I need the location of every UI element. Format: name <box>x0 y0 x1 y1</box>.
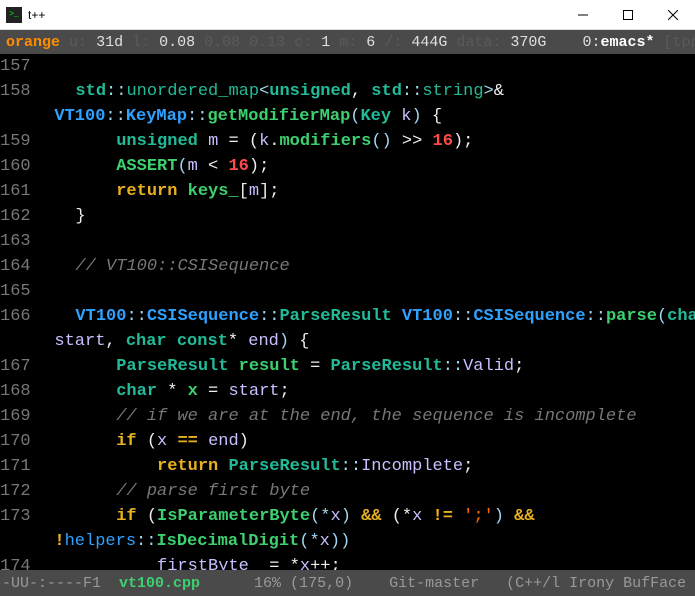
code-content[interactable]: start, char const* end) { <box>34 329 695 354</box>
hostname: orange <box>6 34 60 51</box>
line-number: 164 <box>0 254 35 279</box>
line-number: 172 <box>0 479 35 504</box>
code-line[interactable]: 168 char * x = start; <box>0 379 695 404</box>
code-line[interactable]: 172 // parse first byte <box>0 479 695 504</box>
code-content[interactable]: firstByte_ = *x++; <box>35 554 695 570</box>
code-line[interactable]: 162 } <box>0 204 695 229</box>
editor-area[interactable]: 157158 std::unordered_map<unsigned, std:… <box>0 54 695 570</box>
line-number: 170 <box>0 429 35 454</box>
code-content[interactable]: VT100::KeyMap::getModifierMap(Key k) { <box>34 104 695 129</box>
code-content[interactable]: } <box>35 204 695 229</box>
code-line[interactable]: 158 std::unordered_map<unsigned, std::st… <box>0 79 695 104</box>
line-number: 162 <box>0 204 35 229</box>
line-number: 159 <box>0 129 35 154</box>
code-line[interactable]: 169 // if we are at the end, the sequenc… <box>0 404 695 429</box>
line-number <box>0 104 34 129</box>
code-line[interactable]: 157 <box>0 54 695 79</box>
modeline-position: 16% (175,0) <box>200 575 389 592</box>
modeline-buffer-name: vt100.cpp <box>119 575 200 592</box>
code-line[interactable]: 170 if (x == end) <box>0 429 695 454</box>
modeline-state: -UU-:----F1 <box>2 575 119 592</box>
app-icon: >_ <box>6 7 22 23</box>
code-content[interactable] <box>35 229 695 254</box>
window-title: t++ <box>28 8 560 22</box>
code-line[interactable]: 166 VT100::CSISequence::ParseResult VT10… <box>0 304 695 329</box>
code-content[interactable]: VT100::CSISequence::ParseResult VT100::C… <box>35 304 695 329</box>
tmux-status-bar: orange u: 31d l: 0.08 0.08 0.13 c: 1 m: … <box>0 30 695 54</box>
code-content[interactable]: ParseResult result = ParseResult::Valid; <box>35 354 695 379</box>
code-line[interactable]: 171 return ParseResult::Incomplete; <box>0 454 695 479</box>
line-number: 168 <box>0 379 35 404</box>
code-line[interactable]: 174 firstByte_ = *x++; <box>0 554 695 570</box>
code-content[interactable]: std::unordered_map<unsigned, std::string… <box>35 79 695 104</box>
code-content[interactable]: // parse first byte <box>35 479 695 504</box>
line-number: 158 <box>0 79 35 104</box>
code-content[interactable]: // if we are at the end, the sequence is… <box>35 404 695 429</box>
line-number: 165 <box>0 279 35 304</box>
line-number <box>0 529 34 554</box>
code-content[interactable]: // VT100::CSISequence <box>35 254 695 279</box>
code-content[interactable]: char * x = start; <box>35 379 695 404</box>
line-number: 174 <box>0 554 35 570</box>
line-number: 163 <box>0 229 35 254</box>
line-number: 166 <box>0 304 35 329</box>
line-number: 169 <box>0 404 35 429</box>
code-content[interactable]: return ParseResult::Incomplete; <box>35 454 695 479</box>
code-content[interactable]: return keys_[m]; <box>35 179 695 204</box>
code-content[interactable] <box>35 54 695 79</box>
code-line[interactable]: start, char const* end) { <box>0 329 695 354</box>
line-number: 161 <box>0 179 35 204</box>
line-number: 160 <box>0 154 35 179</box>
line-number: 167 <box>0 354 35 379</box>
modeline-modes: (C++/l Irony BufFace compa <box>479 575 695 592</box>
code-line[interactable]: 165 <box>0 279 695 304</box>
code-line[interactable]: 164 // VT100::CSISequence <box>0 254 695 279</box>
code-content[interactable]: if (IsParameterByte(*x) && (*x != ';') &… <box>35 504 695 529</box>
emacs-modeline[interactable]: -UU-:----F1 vt100.cpp 16% (175,0) Git-ma… <box>0 570 695 596</box>
code-line[interactable]: 159 unsigned m = (k.modifiers() >> 16); <box>0 129 695 154</box>
code-line[interactable]: 173 if (IsParameterByte(*x) && (*x != ';… <box>0 504 695 529</box>
line-number: 157 <box>0 54 35 79</box>
modeline-git: Git-master <box>389 575 479 592</box>
code-line[interactable]: 163 <box>0 229 695 254</box>
code-line[interactable]: VT100::KeyMap::getModifierMap(Key k) { <box>0 104 695 129</box>
code-content[interactable]: unsigned m = (k.modifiers() >> 16); <box>35 129 695 154</box>
code-line[interactable]: 160 ASSERT(m < 16); <box>0 154 695 179</box>
line-number: 171 <box>0 454 35 479</box>
code-content[interactable]: ASSERT(m < 16); <box>35 154 695 179</box>
code-line[interactable]: !helpers::IsDecimalDigit(*x)) <box>0 529 695 554</box>
code-content[interactable]: !helpers::IsDecimalDigit(*x)) <box>34 529 695 554</box>
code-line[interactable]: 161 return keys_[m]; <box>0 179 695 204</box>
line-number: 173 <box>0 504 35 529</box>
code-line[interactable]: 167 ParseResult result = ParseResult::Va… <box>0 354 695 379</box>
code-content[interactable]: if (x == end) <box>35 429 695 454</box>
code-content[interactable] <box>35 279 695 304</box>
line-number <box>0 329 34 354</box>
